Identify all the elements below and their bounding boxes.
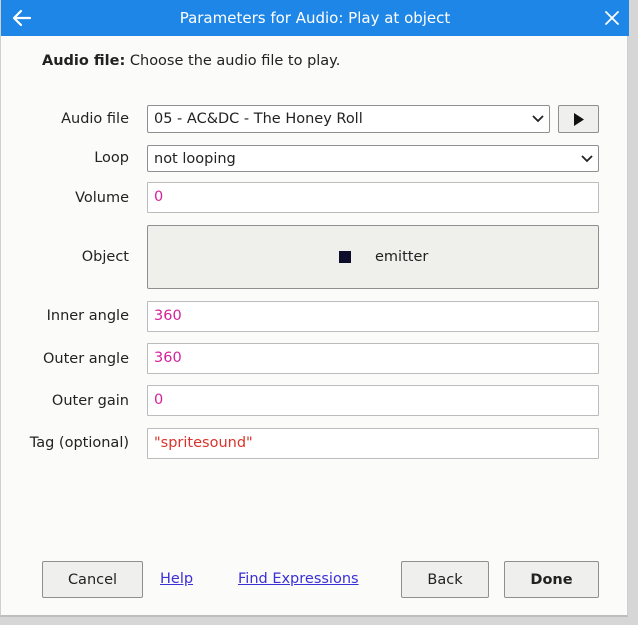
done-button[interactable]: Done (504, 561, 599, 598)
cancel-button[interactable]: Cancel (42, 561, 143, 598)
audio-file-value: 05 - AC&DC - The Honey Roll (154, 111, 363, 127)
back-button[interactable]: Back (401, 561, 489, 598)
object-picker[interactable]: emitter (147, 225, 599, 289)
chevron-down-icon (576, 146, 598, 171)
help-link[interactable]: Help (160, 571, 193, 587)
description-label: Audio file: (42, 53, 126, 69)
audio-file-label: Audio file (61, 111, 129, 127)
dialog-title: Parameters for Audio: Play at object (179, 9, 451, 27)
parameters-dialog: Parameters for Audio: Play at object Aud… (0, 0, 629, 617)
parameter-description: Audio file: Choose the audio file to pla… (42, 53, 340, 69)
close-button[interactable] (600, 6, 624, 30)
audio-file-select[interactable]: 05 - AC&DC - The Honey Roll (147, 105, 550, 133)
object-label: Object (81, 249, 129, 265)
loop-label: Loop (94, 150, 129, 166)
find-expressions-link[interactable]: Find Expressions (238, 571, 359, 587)
dialog-title-bar: Parameters for Audio: Play at object (1, 0, 629, 36)
volume-label: Volume (75, 190, 129, 206)
tag-input[interactable]: "spritesound" (147, 428, 599, 459)
outer-gain-input[interactable]: 0 (147, 385, 599, 416)
tag-label: Tag (optional) (29, 435, 129, 451)
volume-input[interactable]: 0 (147, 182, 599, 213)
play-icon (573, 112, 584, 126)
back-arrow-button[interactable] (9, 6, 35, 30)
outer-gain-label: Outer gain (51, 393, 129, 409)
description-text: Choose the audio file to play. (129, 53, 341, 69)
chevron-down-icon (527, 106, 549, 132)
arrow-left-icon (12, 9, 32, 27)
object-name: emitter (375, 249, 429, 265)
inner-angle-label: Inner angle (46, 308, 129, 324)
preview-play-button[interactable] (558, 105, 599, 133)
sprite-swatch-icon (339, 251, 351, 263)
inner-angle-input[interactable]: 360 (147, 301, 599, 332)
loop-select[interactable]: not looping (147, 145, 599, 172)
close-icon (605, 11, 619, 25)
loop-value: not looping (154, 150, 236, 167)
outer-angle-input[interactable]: 360 (147, 343, 599, 374)
outer-angle-label: Outer angle (42, 351, 129, 367)
